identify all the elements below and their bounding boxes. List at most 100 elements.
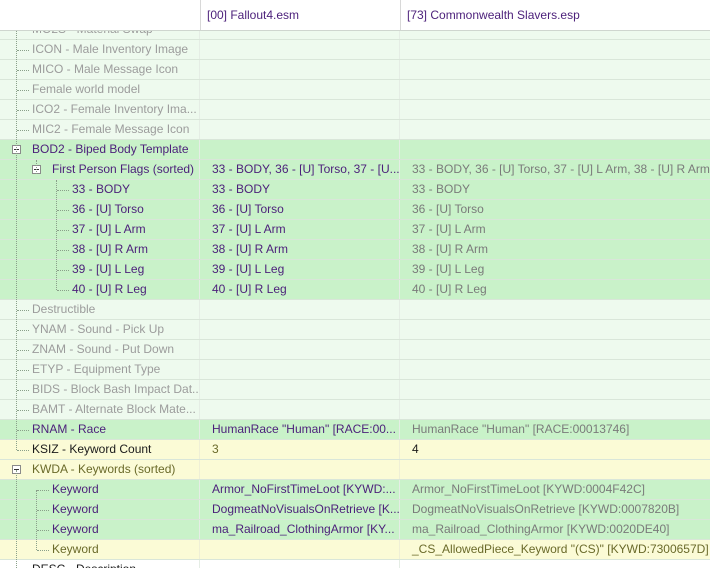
tree-row-ksiz[interactable]: KSIZ - Keyword Count 3 4 [0, 440, 710, 460]
tree-row-bamt[interactable]: BAMT - Alternate Block Mate... [0, 400, 710, 420]
value-fallout4[interactable]: 38 - [U] R Arm [200, 240, 400, 259]
value-slavers[interactable]: Armor_NoFirstTimeLoot [KYWD:0004F42C] [400, 480, 710, 499]
value-slavers[interactable] [400, 380, 710, 399]
column-header-fallout4[interactable]: [00] Fallout4.esm [200, 0, 400, 30]
value-fallout4[interactable] [200, 140, 400, 159]
value-slavers[interactable] [400, 300, 710, 319]
value-fallout4[interactable]: HumanRace "Human" [RACE:00... [200, 420, 400, 439]
tree-row-first-person-flags[interactable]: First Person Flags (sorted) 33 - BODY, 3… [0, 160, 710, 180]
tree-row-flag[interactable]: 39 - [U] L Leg 39 - [U] L Leg 39 - [U] L… [0, 260, 710, 280]
value-fallout4[interactable]: 33 - BODY [200, 180, 400, 199]
value-fallout4[interactable] [200, 300, 400, 319]
tree-row-flag[interactable]: 38 - [U] R Arm 38 - [U] R Arm 38 - [U] R… [0, 240, 710, 260]
value-slavers[interactable]: 37 - [U] L Arm [400, 220, 710, 239]
field-label: 40 - [U] R Leg [72, 282, 147, 296]
tree-row-bod2[interactable]: BOD2 - Biped Body Template [0, 140, 710, 160]
value-fallout4[interactable] [200, 40, 400, 59]
value-fallout4[interactable]: 33 - BODY, 36 - [U] Torso, 37 - [U... [200, 160, 400, 179]
tree-row-destructible[interactable]: Destructible [0, 300, 710, 320]
tree-row-ynam[interactable]: YNAM - Sound - Pick Up [0, 320, 710, 340]
value-fallout4[interactable]: DogmeatNoVisualsOnRetrieve [K... [200, 500, 400, 519]
tree-row-bids[interactable]: BIDS - Block Bash Impact Dat... [0, 380, 710, 400]
value-slavers[interactable]: 39 - [U] L Leg [400, 260, 710, 279]
field-label: Keyword [52, 482, 99, 496]
field-label: First Person Flags (sorted) [52, 162, 195, 176]
tree-row-keyword-added[interactable]: Keyword _CS_AllowedPiece_Keyword "(CS)" … [0, 540, 710, 560]
value-slavers[interactable]: ma_Railroad_ClothingArmor [KYWD:0020DE40… [400, 520, 710, 539]
tree-guide-line [36, 160, 37, 174]
value-fallout4[interactable] [200, 320, 400, 339]
value-slavers[interactable] [400, 40, 710, 59]
value-slavers[interactable] [400, 60, 710, 79]
value-fallout4[interactable] [200, 80, 400, 99]
tree-row-icon[interactable]: ICON - Male Inventory Image [0, 40, 710, 60]
value-fallout4[interactable] [200, 560, 400, 568]
value-slavers[interactable]: 40 - [U] R Leg [400, 280, 710, 299]
value-fallout4[interactable] [200, 540, 400, 559]
field-label: ZNAM - Sound - Put Down [32, 342, 175, 356]
value-fallout4[interactable] [200, 60, 400, 79]
tree-row-ico2[interactable]: ICO2 - Female Inventory Ima... [0, 100, 710, 120]
value-fallout4[interactable]: 36 - [U] Torso [200, 200, 400, 219]
value-slavers[interactable] [400, 120, 710, 139]
field-label: ICON - Male Inventory Image [32, 42, 189, 56]
tree-row-mico[interactable]: MICO - Male Message Icon [0, 60, 710, 80]
value-fallout4[interactable]: 39 - [U] L Leg [200, 260, 400, 279]
value-slavers[interactable] [400, 460, 710, 479]
tree-row-desc[interactable]: DESC - Description [0, 560, 710, 568]
value-fallout4[interactable] [200, 460, 400, 479]
value-slavers[interactable]: 36 - [U] Torso [400, 200, 710, 219]
tree-row-znam[interactable]: ZNAM - Sound - Put Down [0, 340, 710, 360]
value-slavers[interactable]: 38 - [U] R Arm [400, 240, 710, 259]
value-fallout4[interactable] [200, 400, 400, 419]
field-label: Female world model [32, 82, 141, 96]
column-header-slavers[interactable]: [73] Commonwealth Slavers.esp [400, 0, 710, 30]
tree-guide-line [56, 180, 57, 290]
tree-row-etyp[interactable]: ETYP - Equipment Type [0, 360, 710, 380]
value-slavers[interactable]: 33 - BODY [400, 180, 710, 199]
value-fallout4[interactable]: 37 - [U] L Arm [200, 220, 400, 239]
header-blank[interactable] [0, 0, 200, 30]
tree-row-flag[interactable]: 36 - [U] Torso 36 - [U] Torso 36 - [U] T… [0, 200, 710, 220]
tree-row-rnam[interactable]: RNAM - Race HumanRace "Human" [RACE:00..… [0, 420, 710, 440]
value-slavers[interactable] [400, 140, 710, 159]
field-label: Destructible [32, 302, 96, 316]
tree-row-kwda[interactable]: KWDA - Keywords (sorted) [0, 460, 710, 480]
field-label: 33 - BODY [72, 182, 131, 196]
value-slavers[interactable] [400, 80, 710, 99]
column-header: [00] Fallout4.esm [73] Commonwealth Slav… [0, 0, 710, 31]
value-fallout4[interactable] [200, 380, 400, 399]
value-fallout4[interactable]: ma_Railroad_ClothingArmor [KY... [200, 520, 400, 539]
value-fallout4[interactable] [200, 120, 400, 139]
tree-row-flag[interactable]: 40 - [U] R Leg 40 - [U] R Leg 40 - [U] R… [0, 280, 710, 300]
value-slavers[interactable]: HumanRace "Human" [RACE:00013746] [400, 420, 710, 439]
tree-row-flag[interactable]: 37 - [U] L Arm 37 - [U] L Arm 37 - [U] L… [0, 220, 710, 240]
tree-row-flag[interactable]: 33 - BODY 33 - BODY 33 - BODY [0, 180, 710, 200]
tree-row-keyword[interactable]: Keyword ma_Railroad_ClothingArmor [KY...… [0, 520, 710, 540]
tree-guide-line [36, 490, 37, 550]
value-fallout4[interactable]: 40 - [U] R Leg [200, 280, 400, 299]
value-fallout4[interactable]: 3 [200, 440, 400, 459]
value-slavers[interactable] [400, 340, 710, 359]
value-slavers[interactable]: 4 [400, 440, 710, 459]
value-fallout4[interactable]: Armor_NoFirstTimeLoot [KYWD:... [200, 480, 400, 499]
field-label: 38 - [U] R Arm [72, 242, 149, 256]
value-fallout4[interactable] [200, 340, 400, 359]
tree-row-keyword[interactable]: Keyword Armor_NoFirstTimeLoot [KYWD:... … [0, 480, 710, 500]
value-slavers[interactable]: _CS_AllowedPiece_Keyword "(CS)" [KYWD:73… [400, 540, 710, 559]
value-slavers[interactable]: 33 - BODY, 36 - [U] Torso, 37 - [U] L Ar… [400, 160, 710, 179]
value-slavers[interactable] [400, 560, 710, 568]
tree-row-mic2[interactable]: MIC2 - Female Message Icon [0, 120, 710, 140]
tree-row-keyword[interactable]: Keyword DogmeatNoVisualsOnRetrieve [K...… [0, 500, 710, 520]
field-label: Keyword [52, 542, 99, 556]
value-slavers[interactable]: DogmeatNoVisualsOnRetrieve [KYWD:0007820… [400, 500, 710, 519]
value-fallout4[interactable] [200, 100, 400, 119]
field-label: 37 - [U] L Arm [72, 222, 146, 236]
value-fallout4[interactable] [200, 360, 400, 379]
value-slavers[interactable] [400, 360, 710, 379]
value-slavers[interactable] [400, 400, 710, 419]
tree-row-female-world-model[interactable]: Female world model [0, 80, 710, 100]
value-slavers[interactable] [400, 100, 710, 119]
value-slavers[interactable] [400, 320, 710, 339]
field-label: BAMT - Alternate Block Mate... [32, 402, 196, 416]
